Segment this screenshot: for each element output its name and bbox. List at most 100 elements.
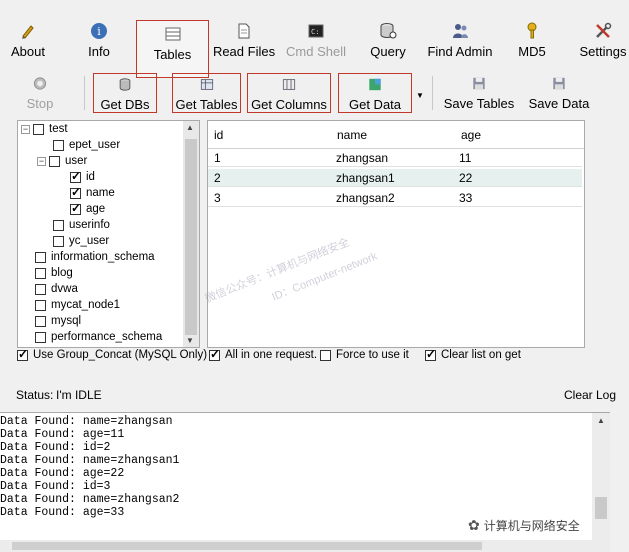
tree-checkbox[interactable] — [53, 139, 64, 151]
save-data-label: Save Data — [528, 96, 590, 111]
force-label: Force to use it — [336, 349, 409, 361]
stop-button[interactable]: Stop — [25, 73, 55, 111]
tree-node-age[interactable]: age — [70, 201, 105, 217]
column-header-id[interactable]: id — [214, 128, 223, 142]
tree-node-userinfo[interactable]: userinfo — [53, 217, 110, 233]
clear-list-label: Clear list on get — [441, 349, 521, 361]
md5-button[interactable]: MD5 — [516, 0, 548, 64]
table-row[interactable]: 3 zhangsan2 33 — [208, 189, 582, 207]
tree-node-yc-user[interactable]: yc_user — [53, 233, 109, 249]
tree-checkbox[interactable] — [70, 201, 81, 215]
clear-list-checkbox[interactable] — [425, 347, 436, 361]
cell-age: 33 — [459, 191, 473, 205]
data-grid[interactable]: id name age 1 zhangsan 11 2 zhangsan1 22… — [207, 120, 585, 348]
scrollbar-thumb[interactable] — [12, 542, 482, 550]
get-columns-button[interactable]: Get Columns — [247, 73, 331, 113]
cell-id: 2 — [214, 171, 221, 185]
tree-checkbox[interactable] — [70, 185, 81, 199]
query-button[interactable]: Query — [369, 0, 407, 64]
scrollbar-thumb[interactable] — [595, 497, 607, 519]
tree-node-performance-schema[interactable]: performance_schema — [35, 329, 162, 345]
log-scrollbar[interactable]: ▲ — [592, 413, 610, 541]
cell-id: 3 — [214, 191, 221, 205]
tables-button[interactable]: Tables — [136, 20, 209, 78]
key-icon — [527, 22, 537, 39]
find-admin-label: Find Admin — [427, 44, 493, 59]
tree-checkbox[interactable] — [53, 219, 64, 231]
scrollbar-thumb[interactable] — [185, 139, 197, 335]
settings-label: Settings — [579, 44, 627, 59]
svg-text:C:: C: — [311, 28, 319, 36]
tree-checkbox[interactable] — [49, 155, 60, 167]
cmd-shell-button[interactable]: C: Cmd Shell — [286, 0, 346, 64]
table-row[interactable]: 1 zhangsan 11 — [208, 149, 582, 167]
grid-header: id name age — [208, 121, 584, 149]
tree-node-name[interactable]: name — [70, 185, 115, 201]
settings-button[interactable]: Settings — [579, 0, 627, 64]
tree-node-test[interactable]: − test — [21, 121, 68, 137]
save-tables-button[interactable]: Save Tables — [443, 73, 515, 111]
tree-label: performance_schema — [51, 331, 163, 343]
columns-icon — [282, 79, 296, 90]
tree-node-mysql[interactable]: mysql — [35, 313, 81, 329]
all-in-one-option[interactable]: All in one request. — [209, 347, 317, 361]
cmd-shell-label: Cmd Shell — [286, 44, 346, 59]
tree-checkbox[interactable] — [35, 251, 46, 263]
read-files-label: Read Files — [212, 44, 276, 59]
pencil-icon — [22, 25, 34, 39]
tree-node-epet-user[interactable]: epet_user — [53, 137, 120, 153]
tree-checkbox[interactable] — [35, 267, 46, 279]
about-button[interactable]: About — [6, 0, 50, 64]
cell-name: zhangsan — [336, 151, 389, 165]
database-tree[interactable]: − test epet_user − user id name age userin… — [17, 120, 200, 348]
save-data-button[interactable]: Save Data — [528, 73, 590, 111]
get-dbs-button[interactable]: Get DBs — [93, 73, 157, 113]
all-in-one-checkbox[interactable] — [209, 347, 220, 361]
save-icon — [473, 77, 485, 90]
info-button[interactable]: i Info — [84, 0, 114, 64]
column-header-name[interactable]: name — [337, 128, 367, 142]
tree-checkbox[interactable] — [35, 315, 46, 327]
chevron-down-icon[interactable]: ▼ — [416, 91, 424, 100]
table-row[interactable]: 2 zhangsan1 22 — [208, 169, 582, 187]
force-checkbox[interactable] — [320, 349, 331, 361]
tree-checkbox[interactable] — [70, 169, 81, 183]
tree-node-user[interactable]: − user — [37, 153, 87, 169]
get-tables-button[interactable]: Get Tables — [172, 73, 241, 113]
tree-checkbox[interactable] — [35, 283, 46, 295]
tree-label: age — [86, 203, 106, 215]
tree-label: yc_user — [69, 235, 110, 247]
tree-checkbox[interactable] — [35, 331, 46, 343]
group-concat-option[interactable]: Use Group_Concat (MySQL Only) — [17, 347, 207, 361]
log-line: Data Found: id=2 — [0, 441, 111, 454]
tree-checkbox[interactable] — [33, 123, 44, 135]
log-line: Data Found: age=11 — [0, 428, 125, 441]
tree-node-information-schema[interactable]: information_schema — [35, 249, 155, 265]
read-files-button[interactable]: Read Files — [213, 0, 275, 64]
collapse-icon[interactable]: − — [37, 156, 46, 166]
column-header-age[interactable]: age — [461, 128, 481, 142]
status-value: I'm IDLE — [56, 388, 102, 402]
tree-checkbox[interactable] — [53, 235, 64, 247]
scroll-down-icon[interactable]: ▼ — [186, 336, 194, 345]
clear-list-option[interactable]: Clear list on get — [425, 347, 521, 361]
tree-node-blog[interactable]: blog — [35, 265, 73, 281]
tools-icon — [596, 22, 612, 38]
scroll-up-icon[interactable]: ▲ — [597, 416, 605, 425]
force-option[interactable]: Force to use it — [320, 349, 409, 361]
scroll-up-icon[interactable]: ▲ — [186, 123, 194, 132]
collapse-icon[interactable]: − — [21, 124, 30, 134]
tree-node-mycat-node1[interactable]: mycat_node1 — [35, 297, 120, 313]
find-admin-button[interactable]: Find Admin — [426, 0, 494, 64]
tree-checkbox[interactable] — [35, 299, 46, 311]
log-horizontal-scrollbar[interactable] — [0, 540, 610, 552]
tree-scrollbar[interactable]: ▲ ▼ — [183, 121, 199, 347]
query-label: Query — [370, 44, 406, 59]
tree-node-id[interactable]: id — [70, 169, 95, 185]
group-concat-checkbox[interactable] — [17, 347, 28, 361]
get-columns-label: Get Columns — [251, 97, 327, 112]
get-data-button[interactable]: Get Data — [338, 73, 412, 113]
tree-node-dvwa[interactable]: dvwa — [35, 281, 78, 297]
clear-log-link[interactable]: Clear Log — [564, 388, 616, 402]
database-query-icon — [380, 23, 397, 39]
